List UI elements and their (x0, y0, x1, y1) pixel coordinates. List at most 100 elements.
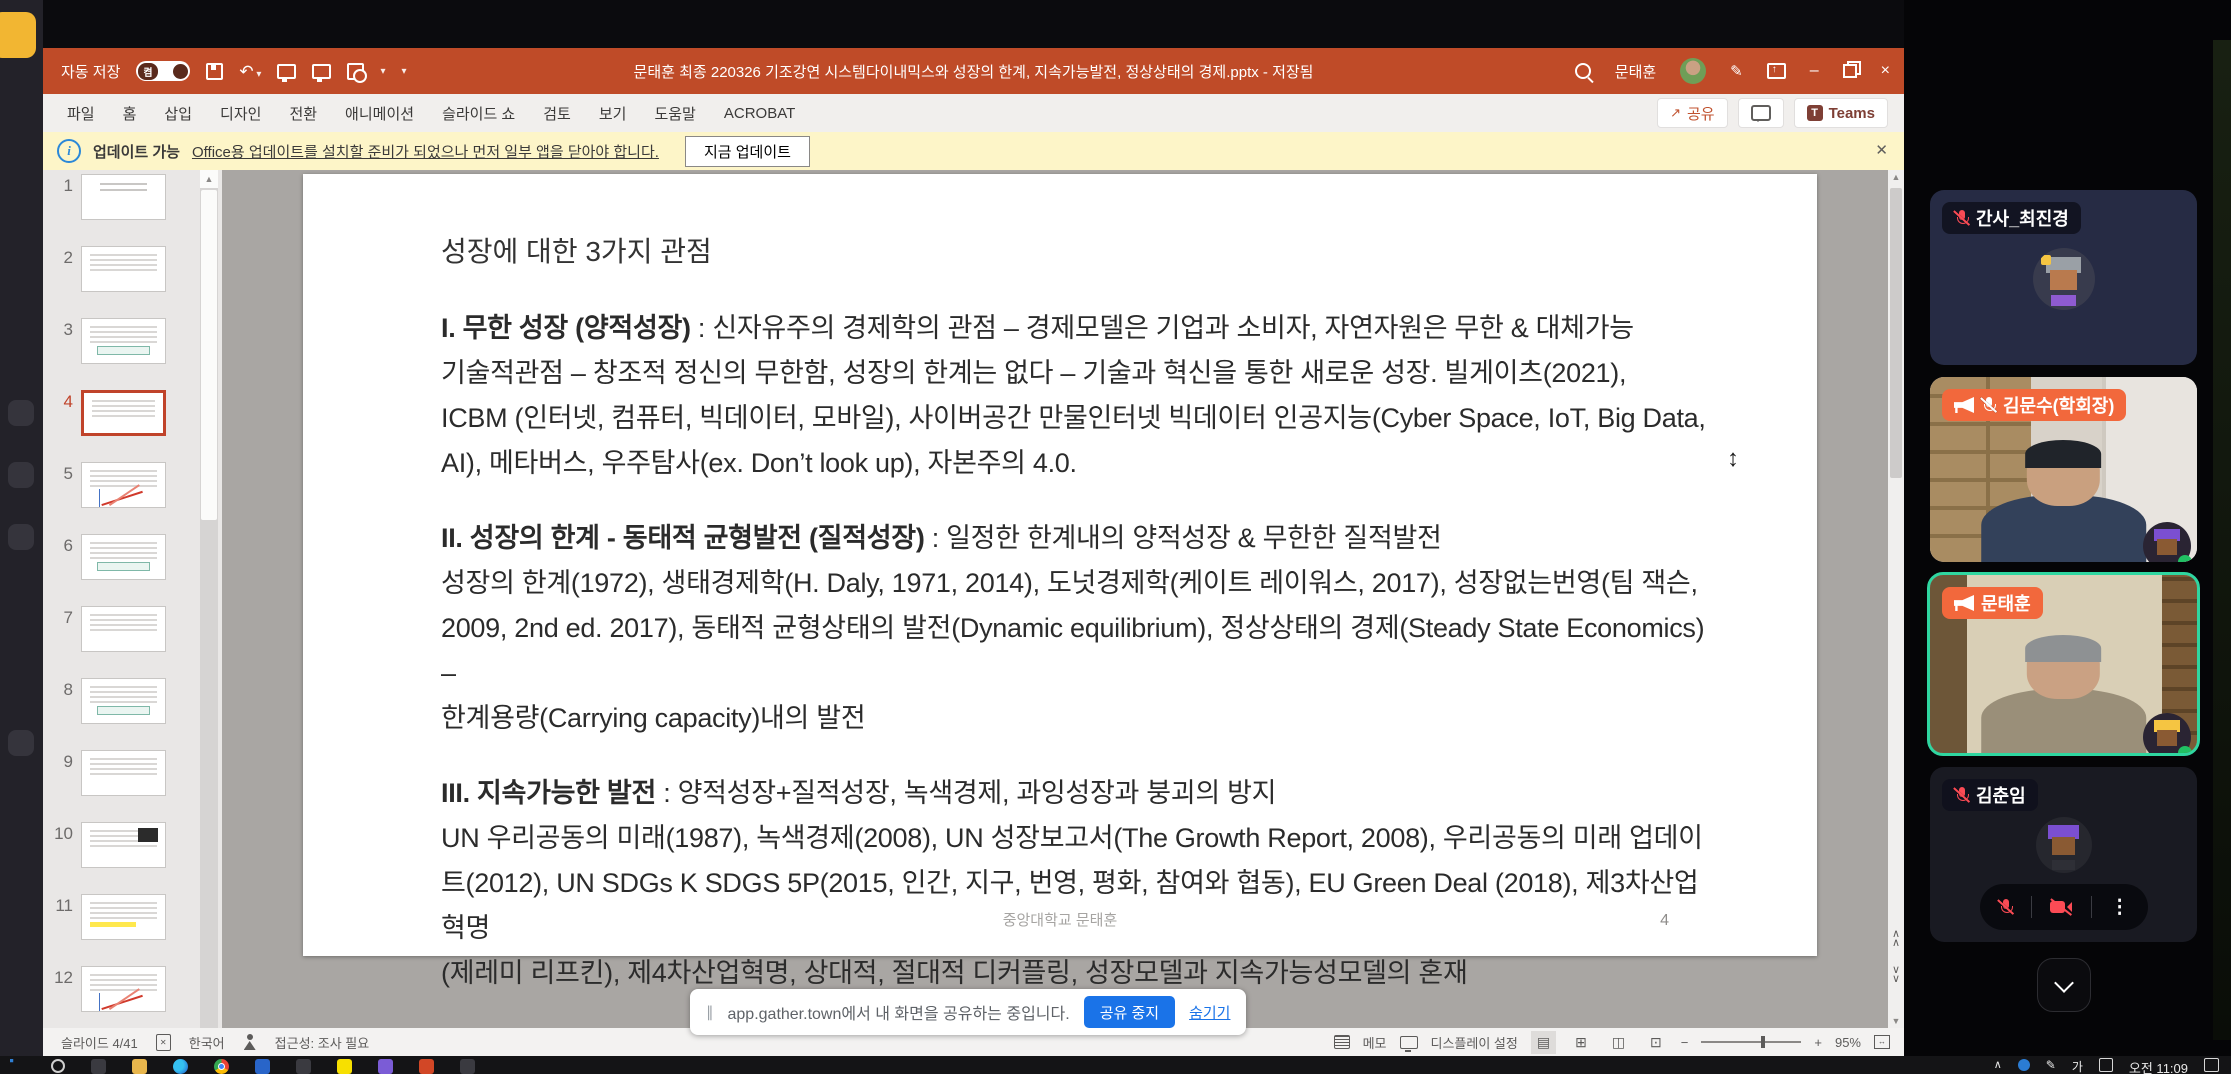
minimize-button[interactable]: – (1810, 63, 1819, 79)
zoom-in-button[interactable]: + (1814, 1035, 1822, 1050)
slide-indicator[interactable]: 슬라이드 4/41 (61, 1033, 138, 1052)
left-rail-icon[interactable] (8, 462, 34, 488)
taskbar-app-icon[interactable] (255, 1059, 270, 1074)
taskbar-search-icon[interactable] (51, 1059, 65, 1073)
start-button[interactable] (10, 1059, 14, 1063)
left-rail-icon[interactable] (8, 400, 34, 426)
slide-thumbnail-row[interactable]: 8 (43, 674, 222, 746)
customize-toolbar-icon[interactable]: ▾ (401, 66, 406, 77)
slide-thumbnail-row[interactable]: 10 (43, 818, 222, 890)
chrome-icon[interactable] (214, 1059, 229, 1074)
restore-button[interactable] (1842, 61, 1861, 78)
slide-thumbnail-row[interactable]: 9 (43, 746, 222, 818)
slide-thumbnail[interactable] (81, 750, 166, 796)
slide-thumbnail-row[interactable]: 6 (43, 530, 222, 602)
task-view-icon[interactable] (91, 1059, 106, 1074)
update-message[interactable]: Office용 업데이트를 설치할 준비가 되었으나 먼저 일부 앱을 닫아야 … (192, 141, 659, 162)
scrollbar-thumb[interactable] (201, 190, 217, 520)
slide-thumbnail[interactable] (81, 462, 166, 508)
collapse-panel-button[interactable] (2037, 958, 2091, 1012)
slide-thumbnail[interactable] (81, 390, 166, 436)
powerpoint-taskbar-icon[interactable] (419, 1059, 434, 1074)
clock[interactable]: 오전 11:09 (2129, 1058, 2188, 1074)
fit-to-window-icon[interactable]: ↔ (1874, 1035, 1890, 1049)
save-icon[interactable] (206, 62, 224, 80)
ribbon-tab[interactable]: 보기 (585, 103, 641, 124)
zoom-slider[interactable] (1701, 1036, 1802, 1048)
autosave-toggle[interactable]: 켬 (136, 61, 191, 81)
scroll-up-icon[interactable]: ▲ (1888, 172, 1904, 182)
shapes-dropdown-icon[interactable]: ▾ (380, 66, 385, 77)
ribbon-tab[interactable]: 디자인 (206, 103, 275, 124)
ink-pen-icon[interactable]: ✎ (1730, 62, 1743, 80)
taskbar-app-icon[interactable] (460, 1059, 475, 1074)
previous-slide-button[interactable]: ∧ ∧ (1888, 929, 1904, 952)
main-scrollbar[interactable]: ▲ ∧ ∧ ∨ ∨ ▼ (1888, 170, 1904, 1028)
reading-view-button[interactable]: ◫ (1606, 1031, 1631, 1054)
update-now-button[interactable]: 지금 업데이트 (684, 135, 810, 167)
proofing-icon[interactable]: ✕ (155, 1033, 171, 1051)
ribbon-tab[interactable]: 애니메이션 (331, 103, 428, 124)
zoom-out-button[interactable]: − (1681, 1035, 1689, 1050)
file-explorer-icon[interactable] (132, 1059, 147, 1074)
display-settings-button[interactable]: 디스플레이 설정 (1431, 1033, 1518, 1052)
mic-off-button[interactable] (1998, 898, 2013, 917)
share-button[interactable]: ↗ 공유 (1657, 98, 1728, 128)
comments-button[interactable] (1737, 98, 1784, 128)
ribbon-tab[interactable]: 파일 (53, 103, 109, 124)
slide-thumbnail[interactable] (81, 246, 166, 292)
slide-thumbnail-row[interactable]: 3 (43, 314, 222, 386)
undo-icon[interactable]: ↶ ▾ (239, 63, 261, 80)
teams-button[interactable]: T Teams (1793, 98, 1888, 128)
taskbar-app-icon[interactable] (296, 1059, 311, 1074)
ribbon-tab[interactable]: 홈 (109, 103, 151, 124)
ime-pad-icon[interactable] (2098, 1058, 2113, 1072)
edge-icon[interactable] (173, 1059, 188, 1074)
zoom-level[interactable]: 95% (1835, 1035, 1861, 1050)
thumbnail-scrollbar[interactable]: ▲ (200, 170, 218, 1028)
slide-thumbnail-row[interactable]: 11 (43, 890, 222, 962)
close-button[interactable]: × (1881, 63, 1890, 79)
notes-button[interactable]: 메모 (1363, 1033, 1387, 1052)
slide-thumbnail[interactable] (81, 966, 166, 1012)
avatar[interactable] (1680, 58, 1707, 84)
ribbon-display-options-icon[interactable] (1766, 63, 1786, 79)
gather-app-badge[interactable] (0, 12, 36, 58)
language-indicator[interactable]: 한국어 (189, 1033, 225, 1052)
slide-sorter-view-button[interactable]: ⊞ (1569, 1031, 1593, 1054)
slide-thumbnail-row[interactable]: 5 (43, 458, 222, 530)
update-close-icon[interactable]: ✕ (1875, 141, 1888, 159)
participant-tile-2[interactable]: 김문수(학회장) (1930, 377, 2197, 562)
scroll-down-icon[interactable]: ▼ (1888, 1016, 1904, 1026)
hide-banner-link[interactable]: 숨기기 (1189, 1002, 1230, 1023)
participant-tile-4[interactable]: 김춘임 ⋮ (1930, 767, 2197, 942)
zoom-slider-knob[interactable] (1761, 1036, 1766, 1048)
slide-thumbnail[interactable] (81, 318, 166, 364)
slide-thumbnail-row[interactable]: 1 (43, 170, 222, 242)
slide-thumbnail[interactable] (81, 894, 166, 940)
pen-tray-icon[interactable]: ✎ (2046, 1058, 2056, 1072)
ribbon-tab[interactable]: ACROBAT (710, 105, 809, 122)
slideshow-view-button[interactable]: ⊡ (1644, 1031, 1668, 1054)
tray-expand-icon[interactable]: ∧ (1994, 1058, 2002, 1071)
scroll-up-icon[interactable]: ▲ (200, 170, 218, 188)
accessibility-status[interactable]: 접근성: 조사 필요 (275, 1033, 370, 1052)
camera-off-button[interactable] (2050, 900, 2073, 915)
left-rail-icon[interactable] (8, 524, 34, 550)
scrollbar-thumb[interactable] (1890, 188, 1902, 478)
slide-canvas[interactable]: 성장에 대한 3가지 관점 I. 무한 성장 (양적성장) : 신자유주의 경제… (303, 174, 1817, 988)
ribbon-tab[interactable]: 전환 (275, 103, 331, 124)
ribbon-tab[interactable]: 도움말 (640, 103, 709, 124)
search-icon[interactable] (1574, 63, 1591, 79)
slide-thumbnail-row[interactable]: 7 (43, 602, 222, 674)
slide-thumbnail-row[interactable]: 12 (43, 962, 222, 1028)
taskbar-app-icon[interactable] (337, 1059, 352, 1074)
slideshow-icon[interactable] (312, 63, 332, 82)
ribbon-tab[interactable]: 검토 (529, 103, 585, 124)
slideshow-from-start-icon[interactable] (277, 63, 297, 82)
ribbon-tab[interactable]: 슬라이드 쇼 (428, 103, 529, 124)
taskbar-app-icon[interactable] (378, 1059, 393, 1074)
action-center-icon[interactable] (2204, 1058, 2219, 1072)
more-options-button[interactable]: ⋮ (2110, 898, 2129, 917)
shapes-icon[interactable] (347, 62, 368, 83)
